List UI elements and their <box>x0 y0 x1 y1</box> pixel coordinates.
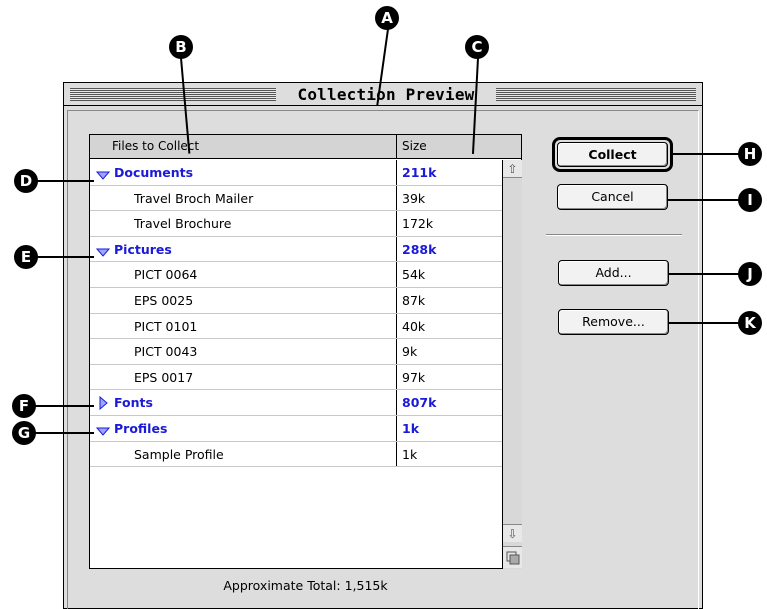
file-size: 40k <box>402 318 426 334</box>
callout-j-line <box>669 273 741 275</box>
file-name: EPS 0025 <box>134 292 194 308</box>
file-size: 172k <box>402 216 434 232</box>
list-group-row[interactable]: Pictures 288k <box>90 236 502 263</box>
callout-h-badge: H <box>738 142 762 166</box>
callout-g-line <box>34 432 94 434</box>
disclosure-triangle-expanded-icon[interactable] <box>95 168 111 183</box>
callout-g-badge: G <box>12 421 36 445</box>
callout-b-badge: B <box>169 35 193 59</box>
list-group-row[interactable]: Documents 211k <box>90 160 502 186</box>
list-item[interactable]: Sample Profile 1k <box>90 441 502 468</box>
files-to-collect-list[interactable]: Files to Collect Size Documents 211k Trave… <box>89 134 522 569</box>
callout-c-badge: C <box>465 35 489 59</box>
collect-button[interactable]: Collect <box>557 142 668 167</box>
callout-j-badge: J <box>738 262 762 286</box>
file-size: 39k <box>402 190 426 206</box>
file-name: PICT 0064 <box>134 267 198 283</box>
list-group-row[interactable]: Profiles 1k <box>90 415 502 442</box>
list-item[interactable]: PICT 0101 40k <box>90 313 502 340</box>
title-bar[interactable]: Collection Preview <box>64 83 702 106</box>
file-name: Sample Profile <box>134 446 224 462</box>
callout-k-line <box>669 322 741 324</box>
callout-d-line <box>36 180 94 182</box>
list-item[interactable]: PICT 0043 9k <box>90 339 502 365</box>
column-divider <box>396 364 397 390</box>
column-header-size[interactable]: Size <box>402 139 427 153</box>
column-divider <box>396 287 397 313</box>
callout-i-line <box>668 199 741 201</box>
column-divider <box>396 135 397 159</box>
callout-e-badge: E <box>14 245 38 269</box>
file-name: EPS 0017 <box>134 369 194 385</box>
remove-button[interactable]: Remove... <box>558 309 669 335</box>
file-name: PICT 0101 <box>134 318 198 334</box>
disclosure-triangle-expanded-icon[interactable] <box>95 245 111 260</box>
group-size: 1k <box>402 420 420 436</box>
add-button[interactable]: Add... <box>558 260 669 286</box>
list-item[interactable]: PICT 0064 54k <box>90 262 502 288</box>
callout-h-line <box>673 153 741 155</box>
list-item[interactable]: EPS 0017 97k <box>90 364 502 391</box>
callout-e-line <box>36 256 94 258</box>
group-size: 288k <box>402 241 437 257</box>
file-size: 87k <box>402 292 426 308</box>
column-divider <box>396 185 397 211</box>
column-divider <box>396 262 397 287</box>
callout-a-badge: A <box>375 6 399 30</box>
column-divider <box>396 211 397 236</box>
group-name: Profiles <box>114 420 168 436</box>
file-size: 1k <box>402 446 418 462</box>
group-name: Documents <box>114 165 194 180</box>
disclosure-triangle-expanded-icon[interactable] <box>95 424 111 439</box>
file-name: Travel Broch Mailer <box>134 190 254 206</box>
group-size: 211k <box>402 165 437 180</box>
column-divider <box>396 339 397 364</box>
file-size: 97k <box>402 369 426 385</box>
file-size: 9k <box>402 344 418 360</box>
title-bar-stripes <box>70 88 276 101</box>
vertical-scrollbar[interactable]: ⇧ ⇩ <box>502 160 522 569</box>
window-title: Collection Preview <box>297 85 475 104</box>
group-name: Pictures <box>114 241 172 257</box>
column-divider <box>396 313 397 339</box>
list-rows: Documents 211k Travel Broch Mailer 39k Trave… <box>90 160 502 468</box>
callout-d-badge: D <box>14 169 38 193</box>
callout-f-line <box>34 405 94 407</box>
group-name: Fonts <box>114 395 153 411</box>
disclosure-triangle-collapsed-icon[interactable] <box>99 396 108 413</box>
column-divider <box>396 160 397 185</box>
list-item[interactable]: EPS 0025 87k <box>90 287 502 314</box>
scroll-down-arrow-icon[interactable]: ⇩ <box>503 524 522 542</box>
list-header: Files to Collect Size <box>90 135 521 159</box>
cancel-button[interactable]: Cancel <box>557 184 668 210</box>
file-size: 54k <box>402 267 426 283</box>
scroll-up-arrow-icon[interactable]: ⇧ <box>503 160 522 178</box>
callout-k-badge: K <box>738 311 762 335</box>
list-group-row[interactable]: Fonts 807k <box>90 390 502 416</box>
button-separator <box>546 234 682 236</box>
group-size: 807k <box>402 395 437 411</box>
callout-i-badge: I <box>738 188 762 212</box>
file-name: Travel Brochure <box>134 216 232 232</box>
list-item[interactable]: Travel Broch Mailer 39k <box>90 185 502 212</box>
column-divider <box>396 236 397 262</box>
callout-f-badge: F <box>12 394 36 418</box>
column-divider <box>396 390 397 415</box>
column-header-files[interactable]: Files to Collect <box>112 139 199 153</box>
grow-box-icon[interactable] <box>503 546 522 568</box>
column-divider <box>396 415 397 441</box>
approximate-total: Approximate Total: 1,515k <box>223 578 388 593</box>
list-item[interactable]: Travel Brochure 172k <box>90 211 502 237</box>
file-name: PICT 0043 <box>134 344 198 360</box>
column-divider <box>396 441 397 467</box>
title-bar-stripes <box>496 88 696 101</box>
